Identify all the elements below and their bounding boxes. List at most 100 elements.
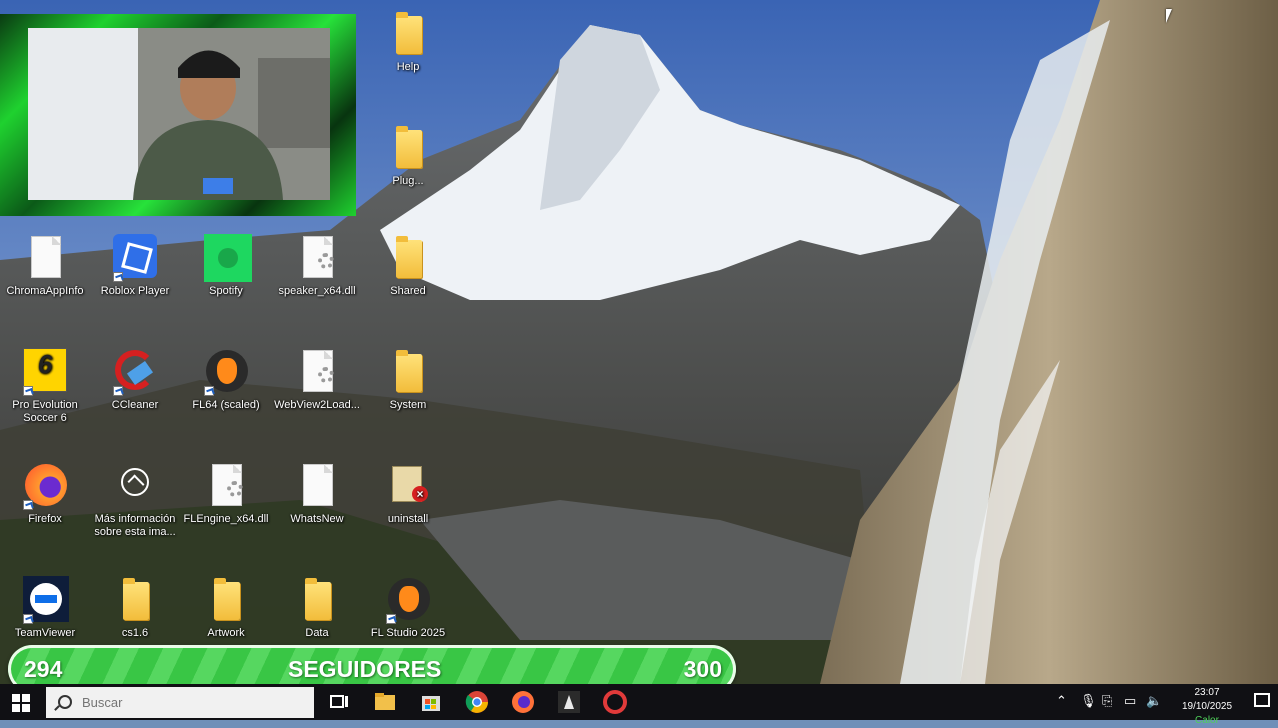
taskbar: ⌃ 🎙 ⎘ ▭ 🔈 23:07 19/10/2025 Calor — [0, 684, 1278, 726]
folder-icon — [295, 576, 339, 624]
desktop-icon-label: ChromaAppInfo — [6, 285, 84, 297]
desktop-icon-plugins[interactable]: Plug... — [363, 124, 453, 188]
desktop-icon-label: uninstall — [387, 513, 429, 525]
spotify-icon — [204, 234, 252, 282]
desktop-icon-ccleaner[interactable]: CCleaner — [90, 348, 180, 412]
pes-icon: 6 — [23, 348, 67, 396]
clock-time: 23:07 — [1194, 687, 1220, 698]
folder-icon — [305, 578, 331, 620]
desktop-icon-label: Más información sobre esta ima... — [94, 513, 176, 538]
spotify-icon — [204, 234, 252, 282]
folder-icon — [214, 578, 240, 620]
doc-icon — [23, 234, 67, 282]
desktop-icon-chroma[interactable]: ChromaAppInfo — [0, 234, 90, 298]
roblox-icon — [113, 234, 157, 282]
followers-goal: 300 — [683, 656, 722, 682]
desktop-icon-uninstall[interactable]: × uninstall — [363, 462, 453, 526]
search-input[interactable] — [80, 694, 304, 711]
usb-icon[interactable]: ⎘ — [1102, 693, 1112, 709]
folder-icon — [113, 576, 157, 624]
folder-icon — [123, 578, 149, 620]
dll-icon — [295, 234, 339, 282]
clock[interactable]: 23:07 19/10/2025 Calor — [1172, 686, 1242, 728]
desktop-icon-label: System — [389, 399, 427, 411]
desktop-icon-masinfo[interactable]: Más información sobre esta ima... — [90, 462, 180, 539]
desktop-icon-label: Data — [305, 627, 329, 639]
ccleaner-icon — [113, 348, 157, 396]
desktop-icon-label: FLEngine_x64.dll — [183, 513, 269, 525]
folder-icon — [386, 234, 430, 282]
doc-icon — [295, 462, 339, 510]
desktop-icon-data[interactable]: Data — [272, 576, 362, 640]
firefox-icon[interactable] — [510, 689, 536, 715]
folder-icon — [386, 10, 430, 58]
desktop-icon-label: FL64 (scaled) — [192, 399, 260, 411]
desktop-icon-spotify[interactable]: Spotify — [181, 234, 271, 298]
start-button[interactable] — [12, 694, 30, 712]
chevron-up-icon[interactable]: ⌃ — [1056, 693, 1067, 709]
desktop-icon-label: cs1.6 — [121, 627, 149, 639]
desktop-icon-label: Shared — [390, 285, 426, 297]
desktop-icon-label: Artwork — [207, 627, 245, 639]
search-icon — [58, 695, 72, 709]
taskbar-search-box[interactable] — [46, 687, 314, 718]
volume-icon[interactable]: 🔈 — [1146, 693, 1162, 709]
file-explorer-icon[interactable] — [372, 689, 398, 715]
desktop-icon-flstudio[interactable]: FL Studio 2025 — [363, 576, 453, 640]
dll-file-icon — [303, 350, 334, 392]
document-icon — [31, 236, 61, 278]
desktop-icon-label: WhatsNew — [290, 513, 344, 525]
mouse-cursor-icon — [1166, 9, 1172, 23]
desktop-icon-webview[interactable]: WebView2Load... — [272, 348, 362, 412]
desktop-icon-label: Help — [396, 61, 420, 73]
network-icon[interactable]: ▭ — [1124, 693, 1136, 709]
clock-date: 19/10/2025 Calor — [1181, 701, 1233, 726]
folder-icon — [386, 124, 430, 172]
microphone-icon[interactable]: 🎙 — [1080, 693, 1097, 709]
folder-icon — [386, 348, 430, 396]
opera-icon[interactable] — [602, 689, 628, 715]
webcam-overlay — [0, 14, 356, 216]
desktop-icon-help[interactable]: Help — [363, 10, 453, 74]
desktop-icon-label: Roblox Player — [100, 285, 170, 297]
fl-icon — [386, 576, 430, 624]
desktop-icon-label: WebView2Load... — [274, 399, 360, 411]
desktop-icon-whatsnew[interactable]: WhatsNew — [272, 462, 362, 526]
desktop-icon-flengine[interactable]: FLEngine_x64.dll — [181, 462, 271, 526]
desktop-icon-label: Pro Evolution Soccer 6 — [12, 399, 78, 424]
dll-icon — [204, 462, 248, 510]
desktop-icon-fl64[interactable]: FL64 (scaled) — [181, 348, 271, 412]
desktop-icon-firefox[interactable]: Firefox — [0, 462, 90, 526]
folder-icon — [204, 576, 248, 624]
teamviewer-icon — [23, 576, 69, 624]
desktop-icon-system[interactable]: System — [363, 348, 453, 412]
desktop-icon-label: CCleaner — [111, 399, 159, 411]
folder-icon — [396, 126, 422, 168]
document-icon — [303, 464, 333, 506]
desktop-icon-speaker[interactable]: speaker_x64.dll — [272, 234, 362, 298]
desktop-icon-label: TeamViewer — [14, 627, 76, 639]
followers-label: SEGUIDORES — [288, 656, 442, 682]
folder-icon — [396, 12, 422, 54]
store-icon[interactable] — [418, 689, 444, 715]
desktop-icon-artwork[interactable]: Artwork — [181, 576, 271, 640]
windows-logo-icon — [12, 694, 20, 702]
chrome-icon[interactable] — [464, 689, 490, 715]
desktop-icon-shared[interactable]: Shared — [363, 234, 453, 298]
dll-file-icon — [303, 236, 334, 278]
firefox-icon — [23, 462, 67, 510]
desktop-icon-cs16[interactable]: cs1.6 — [90, 576, 180, 640]
desktop-icon-teamviewer[interactable]: TeamViewer — [0, 576, 90, 640]
desktop-icon-label: speaker_x64.dll — [278, 285, 356, 297]
desktop-icon-label: Spotify — [209, 285, 243, 297]
desktop-icon-roblox[interactable]: Roblox Player — [90, 234, 180, 298]
fl-icon[interactable] — [556, 689, 582, 715]
uninstall-icon: × — [386, 462, 430, 510]
info-icon — [113, 462, 157, 510]
task-view-icon[interactable] — [326, 689, 352, 715]
notifications-icon[interactable] — [1254, 693, 1270, 707]
desktop-icon-pes[interactable]: 6 Pro Evolution Soccer 6 — [0, 348, 90, 425]
dll-file-icon — [212, 464, 243, 506]
desktop-icon-label: FL Studio 2025 — [370, 627, 446, 639]
folder-icon — [396, 350, 422, 392]
